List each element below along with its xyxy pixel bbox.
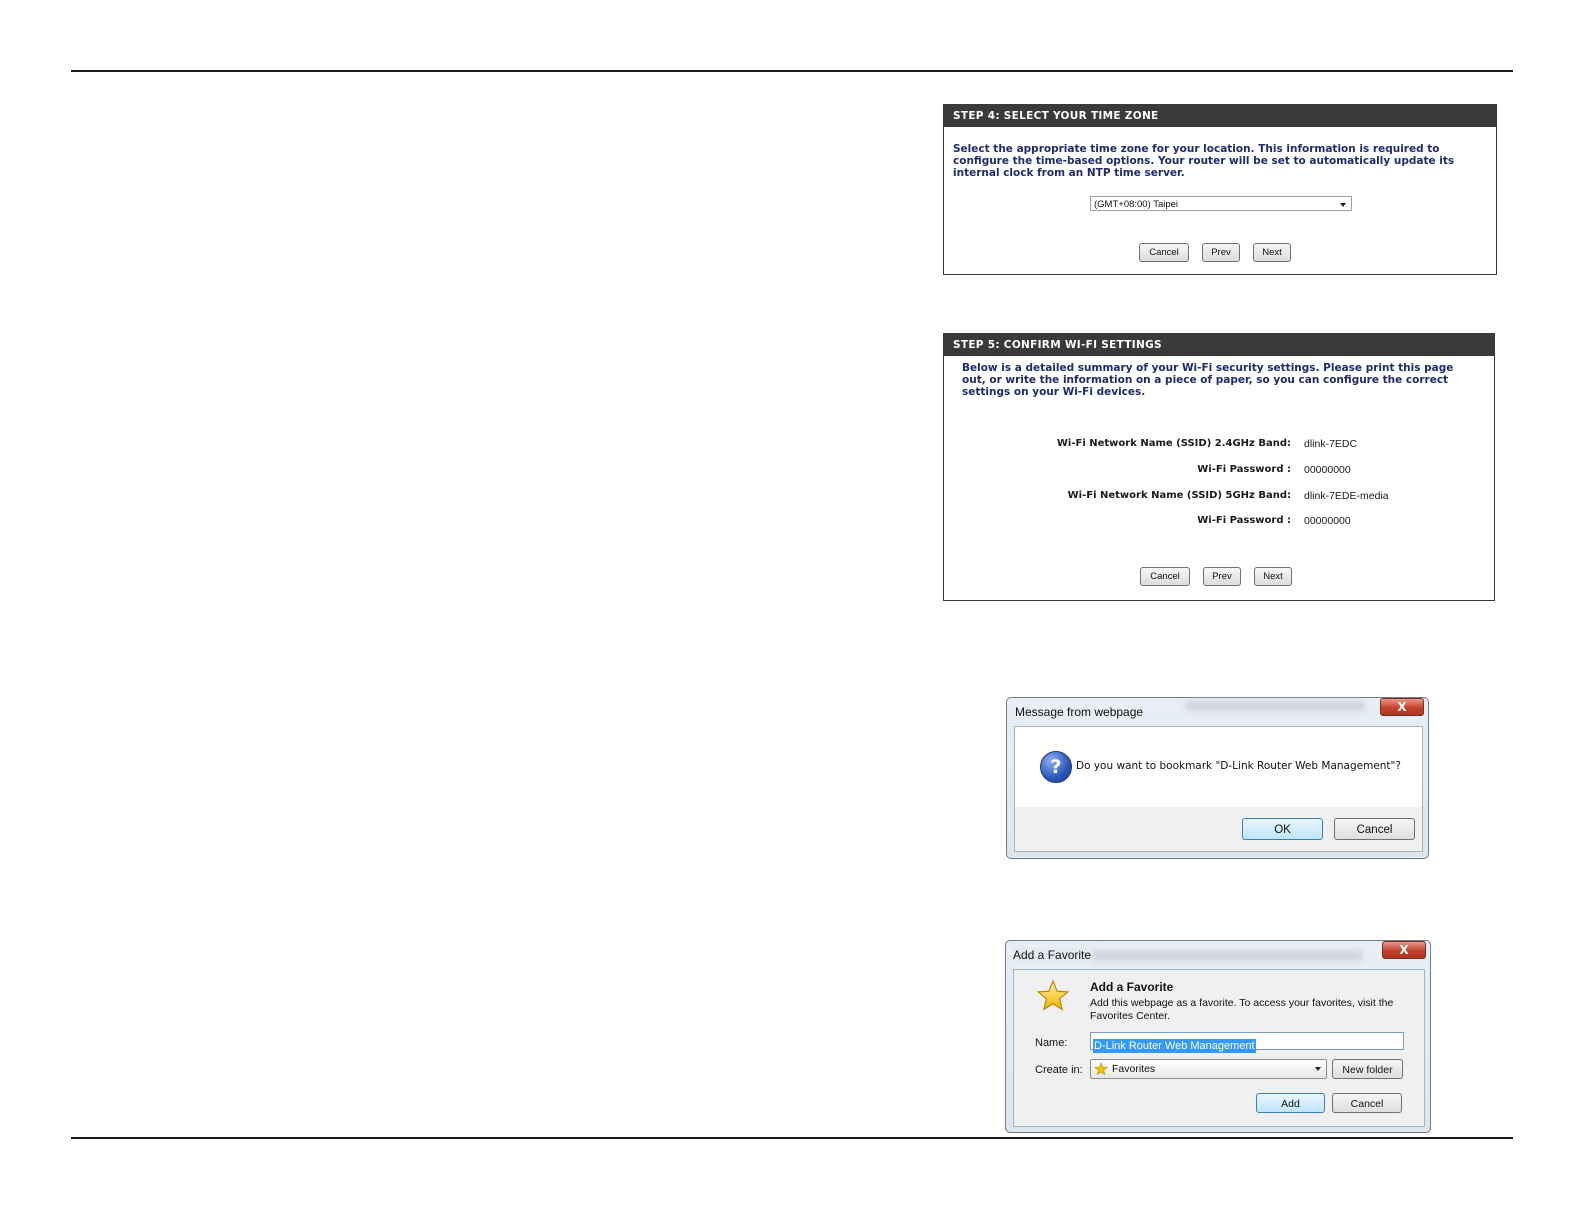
favorite-cancel-button[interactable]: Cancel <box>1332 1093 1402 1113</box>
message-cancel-button[interactable]: Cancel <box>1334 818 1415 840</box>
password-24-value: 00000000 <box>1304 464 1351 476</box>
message-dialog-title: Message from webpage <box>1015 705 1144 719</box>
message-dialog-close-button[interactable]: X <box>1380 698 1424 716</box>
bottom-rule <box>71 1137 1513 1139</box>
ssid-24-value: dlink-7EDC <box>1304 438 1358 450</box>
favorite-dialog: Add a Favorite X Add a Favorite Add this… <box>1005 940 1431 1133</box>
create-in-value: Favorites <box>1112 1063 1156 1075</box>
step5-description: Below is a detailed summary of your Wi-F… <box>962 362 1454 398</box>
name-label: Name: <box>1035 1037 1068 1049</box>
dropdown-arrow-icon <box>1340 203 1346 207</box>
step4-panel: STEP 4: SELECT YOUR TIME ZONE Select the… <box>943 104 1497 275</box>
step5-header: STEP 5: CONFIRM WI-FI SETTINGS <box>944 334 1494 356</box>
question-icon: ? <box>1040 751 1072 783</box>
password-24-label: Wi-Fi Password : <box>1197 464 1291 475</box>
favorite-heading: Add a Favorite <box>1090 980 1174 994</box>
step5-next-button[interactable]: Next <box>1254 567 1292 586</box>
dropdown-arrow-icon <box>1315 1067 1321 1071</box>
step4-next-button[interactable]: Next <box>1253 243 1291 262</box>
favorite-dialog-close-button[interactable]: X <box>1382 941 1426 959</box>
timezone-select[interactable]: (GMT+08:00) Taipei <box>1090 196 1352 211</box>
ok-button[interactable]: OK <box>1242 818 1323 840</box>
step5-cancel-button[interactable]: Cancel <box>1140 567 1190 586</box>
message-dialog-body: ? Do you want to bookmark "D-Link Router… <box>1014 726 1423 852</box>
create-in-label: Create in: <box>1035 1064 1083 1076</box>
step5-panel: STEP 5: CONFIRM WI-FI SETTINGS Below is … <box>943 333 1495 601</box>
message-dialog: Message from webpage X ? Do you want to … <box>1006 697 1429 859</box>
favorite-dialog-title: Add a Favorite <box>1013 948 1094 962</box>
wifi-settings-summary: Wi-Fi Network Name (SSID) 2.4GHz Band: W… <box>944 434 1291 534</box>
favorite-dialog-body: Add a Favorite Add this webpage as a fav… <box>1013 969 1425 1127</box>
ssid-5-value: dlink-7EDE-media <box>1304 490 1389 502</box>
password-5-value: 00000000 <box>1304 515 1351 527</box>
create-in-select[interactable]: Favorites <box>1090 1059 1327 1079</box>
close-icon: X <box>1399 943 1409 957</box>
password-5-label: Wi-Fi Password : <box>1197 515 1291 526</box>
timezone-value: (GMT+08:00) Taipei <box>1094 199 1179 210</box>
top-rule <box>71 70 1513 72</box>
step4-cancel-button[interactable]: Cancel <box>1139 243 1189 262</box>
star-icon <box>1036 979 1070 1011</box>
message-dialog-footer: OK Cancel <box>1015 807 1422 851</box>
favorites-star-icon <box>1094 1062 1108 1076</box>
name-input-value: D-Link Router Web Management <box>1093 1039 1256 1053</box>
step5-prev-button[interactable]: Prev <box>1203 567 1241 586</box>
name-input[interactable]: D-Link Router Web Management <box>1090 1032 1404 1053</box>
step4-prev-button[interactable]: Prev <box>1202 243 1240 262</box>
favorite-description: Add this webpage as a favorite. To acces… <box>1090 997 1394 1022</box>
background-blur <box>1092 950 1362 961</box>
ssid-24-label: Wi-Fi Network Name (SSID) 2.4GHz Band: <box>1056 438 1291 449</box>
background-blur <box>1185 701 1365 711</box>
step4-description: Select the appropriate time zone for you… <box>953 143 1455 179</box>
add-button[interactable]: Add <box>1256 1093 1325 1113</box>
new-folder-button[interactable]: New folder <box>1332 1059 1403 1079</box>
message-text: Do you want to bookmark "D-Link Router W… <box>1076 760 1401 772</box>
close-icon: X <box>1397 700 1407 714</box>
ssid-5-label: Wi-Fi Network Name (SSID) 5GHz Band: <box>1067 490 1291 501</box>
step4-header: STEP 4: SELECT YOUR TIME ZONE <box>944 105 1496 127</box>
